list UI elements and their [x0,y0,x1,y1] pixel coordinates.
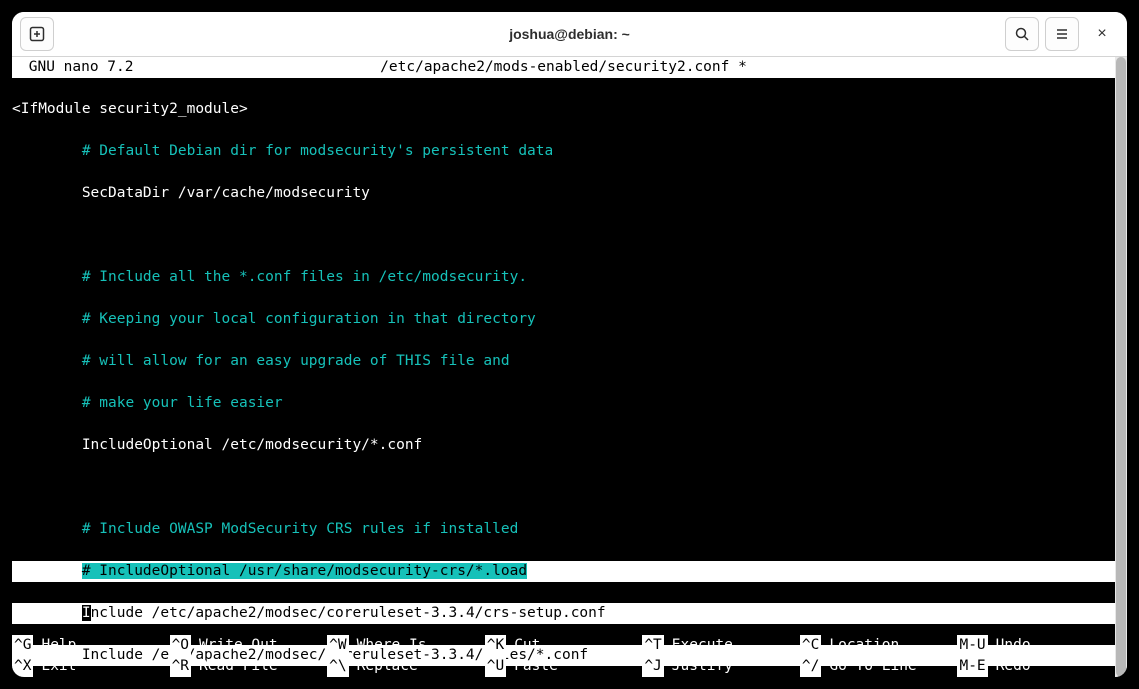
nano-filename: /etc/apache2/mods-enabled/security2.conf… [380,57,747,78]
new-tab-button[interactable] [20,17,54,51]
code-line: IncludeOptional /etc/modsecurity/*.conf [82,437,422,453]
selected-comment: # IncludeOptional /usr/share/modsecurity… [82,563,527,579]
code-line: nclude /etc/apache2/modsec/coreruleset-3… [91,605,606,621]
shortcut-gotoline: ^/Go To Line [800,656,958,677]
selected-line: Include /etc/apache2/modsec/coreruleset-… [12,603,1115,624]
nano-version: GNU nano 7.2 [20,57,134,78]
code-comment: # Include OWASP ModSecurity CRS rules if… [82,521,519,537]
shortcut-paste: ^UPaste [485,656,643,677]
search-button[interactable] [1005,17,1039,51]
shortcut-execute: ^TExecute [642,635,800,656]
shortcut-whereis: ^WWhere Is [327,635,485,656]
cursor: I [82,605,91,621]
shortcut-replace: ^\Replace [327,656,485,677]
plus-box-icon [29,26,45,42]
footer-row-1: ^GHelp ^OWrite Out ^WWhere Is ^KCut ^TEx… [12,635,1115,656]
window-title: joshua@debian: ~ [509,26,630,42]
shortcut-location: ^CLocation [800,635,958,656]
hamburger-icon [1054,26,1070,42]
code-line: SecDataDir /var/cache/modsecurity [82,185,370,201]
shortcut-justify: ^JJustify [642,656,800,677]
close-icon: × [1097,25,1106,42]
search-icon [1014,26,1030,42]
shortcut-redo: M-ERedo [957,656,1115,677]
terminal-wrapper: GNU nano 7.2 /etc/apache2/mods-enabled/s… [12,57,1127,677]
code-comment: # make your life easier [82,395,283,411]
menu-button[interactable] [1045,17,1079,51]
shortcut-undo: M-UUndo [957,635,1115,656]
selected-line: # IncludeOptional /usr/share/modsecurity… [12,561,1115,582]
footer-row-2: ^XExit ^RRead File ^\Replace ^UPaste ^JJ… [12,656,1115,677]
terminal-content[interactable]: GNU nano 7.2 /etc/apache2/mods-enabled/s… [12,57,1115,677]
code-comment: # Default Debian dir for modsecurity's p… [82,143,553,159]
shortcut-writeout: ^OWrite Out [170,635,328,656]
code-line: <IfModule security2_module> [12,101,248,117]
nano-footer: ^GHelp ^OWrite Out ^WWhere Is ^KCut ^TEx… [12,635,1115,677]
code-comment: # Keeping your local configuration in th… [82,311,536,327]
titlebar: joshua@debian: ~ × [12,12,1127,57]
shortcut-help: ^GHelp [12,635,170,656]
terminal-window: joshua@debian: ~ × [12,12,1127,677]
nano-header: GNU nano 7.2 /etc/apache2/mods-enabled/s… [12,57,1115,78]
code-comment: # will allow for an easy upgrade of THIS… [82,353,510,369]
close-button[interactable]: × [1085,17,1119,51]
shortcut-cut: ^KCut [485,635,643,656]
shortcut-exit: ^XExit [12,656,170,677]
code-comment: # Include all the *.conf files in /etc/m… [82,269,527,285]
scrollbar[interactable] [1115,57,1127,677]
shortcut-readfile: ^RRead File [170,656,328,677]
editor-content: <IfModule security2_module> # Default De… [12,78,1115,677]
scrollbar-thumb[interactable] [1116,57,1126,677]
